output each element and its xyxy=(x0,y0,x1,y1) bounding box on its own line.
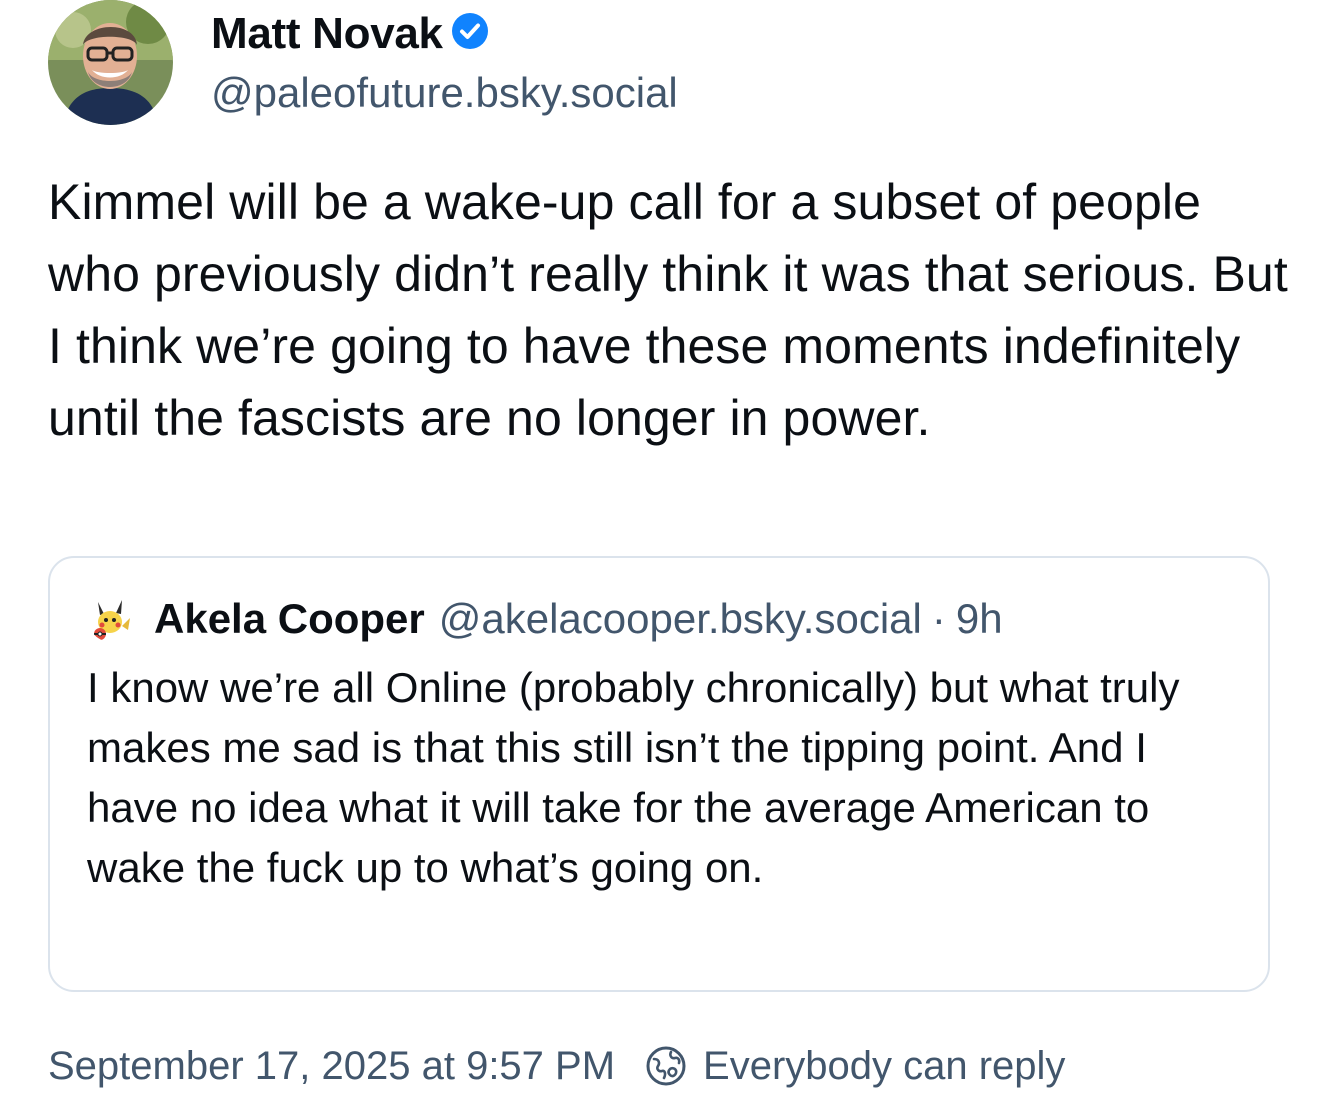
quote-post-card[interactable]: Akela Cooper @akelacooper.bsky.social · … xyxy=(48,556,1270,992)
author-name-row: Matt Novak xyxy=(211,6,489,62)
quote-author-display-name[interactable]: Akela Cooper xyxy=(154,595,425,643)
verified-badge-icon[interactable] xyxy=(451,12,489,50)
quote-author-avatar[interactable] xyxy=(88,596,134,642)
quote-text: I know we’re all Online (probably chroni… xyxy=(87,664,1180,891)
pikachu-avatar-icon xyxy=(88,596,134,642)
post-thread-item: Matt Novak @paleofuture.bsky.social Kimm… xyxy=(0,0,1320,1102)
author-handle[interactable]: @paleofuture.bsky.social xyxy=(211,69,678,116)
reply-setting-label: Everybody can reply xyxy=(703,1043,1066,1088)
author-display-name[interactable]: Matt Novak xyxy=(211,12,443,56)
author-avatar[interactable] xyxy=(48,0,173,125)
avatar-photo xyxy=(48,0,173,125)
post-footer: September 17, 2025 at 9:57 PM Everybody … xyxy=(48,1040,1065,1092)
reply-settings-button[interactable]: Everybody can reply xyxy=(645,1044,1065,1089)
quote-relative-time[interactable]: 9h xyxy=(956,595,1003,643)
post-timestamp: September 17, 2025 at 9:57 PM xyxy=(48,1043,616,1088)
post-text: Kimmel will be a wake-up call for a subs… xyxy=(48,174,1288,446)
quote-author-handle[interactable]: @akelacooper.bsky.social xyxy=(439,595,922,643)
quote-header: Akela Cooper @akelacooper.bsky.social · … xyxy=(88,594,1003,644)
globe-reply-icon xyxy=(645,1045,687,1087)
quote-separator: · xyxy=(931,595,946,642)
